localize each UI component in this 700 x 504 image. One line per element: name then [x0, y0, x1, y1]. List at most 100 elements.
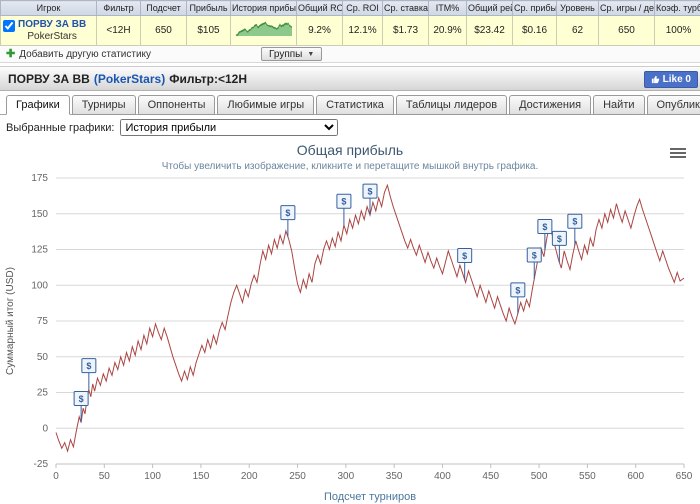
svg-text:$: $: [341, 197, 346, 207]
player-row-checkbox[interactable]: [3, 20, 15, 32]
svg-text:$: $: [79, 394, 84, 404]
col-avg-profit[interactable]: Ср. прибы: [513, 1, 557, 16]
col-total-roi[interactable]: Общий ROI: [297, 1, 343, 16]
cell-avg-profit: $0.16: [513, 16, 557, 46]
cell-filter: <12H: [97, 16, 141, 46]
svg-text:$: $: [557, 234, 562, 244]
player-name-link[interactable]: ПОРВУ ЗА ВВ: [18, 19, 86, 30]
graph-select-label: Выбранные графики:: [6, 122, 114, 134]
cell-profit: $105: [187, 16, 231, 46]
tab-graphs[interactable]: Графики: [6, 95, 70, 115]
profit-chart-area: Общая прибыль Чтобы увеличить изображени…: [0, 142, 700, 504]
svg-text:75: 75: [37, 316, 49, 327]
chevron-down-icon: ▼: [307, 51, 314, 58]
tab-statistics[interactable]: Статистика: [316, 95, 394, 115]
svg-text:$: $: [285, 208, 290, 218]
page-title-bar: ПОРВУ ЗА ВВ (PokerStars) Фильтр:<12H Lik…: [0, 66, 700, 91]
chart-title: Общая прибыль: [0, 142, 700, 158]
svg-text:600: 600: [627, 471, 644, 482]
facebook-like-button[interactable]: Like 0: [644, 71, 698, 88]
svg-text:175: 175: [31, 173, 48, 184]
title-player-name: ПОРВУ ЗА ВВ: [8, 72, 90, 86]
cell-turbo-coef: 100%: [655, 16, 700, 46]
svg-text:400: 400: [434, 471, 451, 482]
svg-text:500: 500: [531, 471, 548, 482]
player-stats-table: Игрок Фильтр Подсчет Прибыль История при…: [0, 0, 700, 63]
tab-achievements[interactable]: Достижения: [509, 95, 591, 115]
col-profit[interactable]: Прибыль: [187, 1, 231, 16]
tab-tournaments[interactable]: Турниры: [72, 95, 136, 115]
graph-select-row: Выбранные графики: История прибыли: [0, 115, 700, 140]
svg-text:$: $: [462, 251, 467, 261]
cell-count: 650: [141, 16, 187, 46]
add-statistic-row: ✚ Добавить другую статистику Группы ▼: [0, 46, 700, 63]
tab-opponents[interactable]: Оппоненты: [138, 95, 216, 115]
svg-text:$: $: [515, 285, 520, 295]
col-player[interactable]: Игрок: [1, 1, 97, 16]
svg-text:100: 100: [144, 471, 161, 482]
col-count[interactable]: Подсчет: [141, 1, 187, 16]
svg-text:250: 250: [289, 471, 306, 482]
svg-text:50: 50: [99, 471, 111, 482]
cell-avg-stake: $1.73: [383, 16, 429, 46]
chart-context-menu-icon[interactable]: [670, 146, 686, 160]
svg-text:50: 50: [37, 352, 49, 363]
svg-text:Суммарный итог (USD): Суммарный итог (USD): [5, 267, 16, 375]
svg-text:150: 150: [193, 471, 210, 482]
graph-select[interactable]: История прибыли: [120, 119, 338, 136]
svg-text:450: 450: [482, 471, 499, 482]
svg-text:200: 200: [241, 471, 258, 482]
groups-label: Группы: [269, 49, 302, 60]
svg-text:$: $: [542, 222, 547, 232]
svg-text:350: 350: [386, 471, 403, 482]
svg-text:$: $: [532, 251, 537, 261]
col-profit-history[interactable]: История прибы: [231, 1, 297, 16]
player-site: PokerStars: [18, 31, 86, 42]
cell-total-rake: $23.42: [467, 16, 513, 46]
table-header-row: Игрок Фильтр Подсчет Прибыль История при…: [1, 1, 700, 16]
col-itm[interactable]: ITM%: [429, 1, 467, 16]
profit-sparkline: [234, 20, 294, 38]
svg-text:0: 0: [53, 471, 59, 482]
col-games-per-day[interactable]: Ср. игры / день: [599, 1, 655, 16]
groups-button[interactable]: Группы ▼: [261, 47, 322, 61]
tab-content: Выбранные графики: История прибыли Общая…: [0, 115, 700, 504]
title-site-link[interactable]: (PokerStars): [94, 72, 165, 86]
col-turbo-coef[interactable]: Коэф. турбо: [655, 1, 700, 16]
add-statistic-link[interactable]: Добавить другую статистику: [19, 49, 151, 60]
col-level[interactable]: Уровень: [557, 1, 599, 16]
svg-text:$: $: [572, 217, 577, 227]
svg-text:650: 650: [676, 471, 693, 482]
add-plus-icon: ✚: [6, 49, 15, 59]
tab-publish[interactable]: Опубликовать: [647, 95, 700, 115]
svg-text:550: 550: [579, 471, 596, 482]
svg-text:$: $: [367, 187, 372, 197]
svg-text:150: 150: [31, 209, 48, 220]
svg-text:0: 0: [42, 423, 48, 434]
svg-text:100: 100: [31, 280, 48, 291]
col-avg-stake[interactable]: Ср. ставка: [383, 1, 429, 16]
title-filter-text: Фильтр:<12H: [169, 72, 247, 86]
tab-favorite-games[interactable]: Любимые игры: [217, 95, 314, 115]
cell-avg-roi: 12.1%: [343, 16, 383, 46]
player-cell: ПОРВУ ЗА ВВ PokerStars: [1, 16, 97, 46]
col-filter[interactable]: Фильтр: [97, 1, 141, 16]
cell-itm: 20.9%: [429, 16, 467, 46]
svg-text:300: 300: [338, 471, 355, 482]
svg-text:Подсчет турниров: Подсчет турниров: [324, 491, 416, 503]
col-total-rake[interactable]: Общий рейк: [467, 1, 513, 16]
tab-leaderboards[interactable]: Таблицы лидеров: [396, 95, 507, 115]
cell-level: 62: [557, 16, 599, 46]
cell-total-roi: 9.2%: [297, 16, 343, 46]
tab-find[interactable]: Найти: [593, 95, 644, 115]
profit-line-chart[interactable]: -25 0 25 50 75 100 125 150 175 0 50 100 150 200 250 300…: [0, 172, 700, 504]
col-avg-roi[interactable]: Ср. ROI: [343, 1, 383, 16]
tab-bar: Графики Турниры Оппоненты Любимые игры С…: [0, 91, 700, 115]
thumbs-up-icon: [651, 75, 660, 84]
svg-text:-25: -25: [34, 459, 49, 470]
table-row: ПОРВУ ЗА ВВ PokerStars <12H 650 $105 9.2…: [1, 16, 700, 46]
svg-text:$: $: [86, 361, 91, 371]
like-count-label: Like 0: [663, 74, 691, 85]
svg-text:125: 125: [31, 245, 48, 256]
svg-text:25: 25: [37, 388, 49, 399]
